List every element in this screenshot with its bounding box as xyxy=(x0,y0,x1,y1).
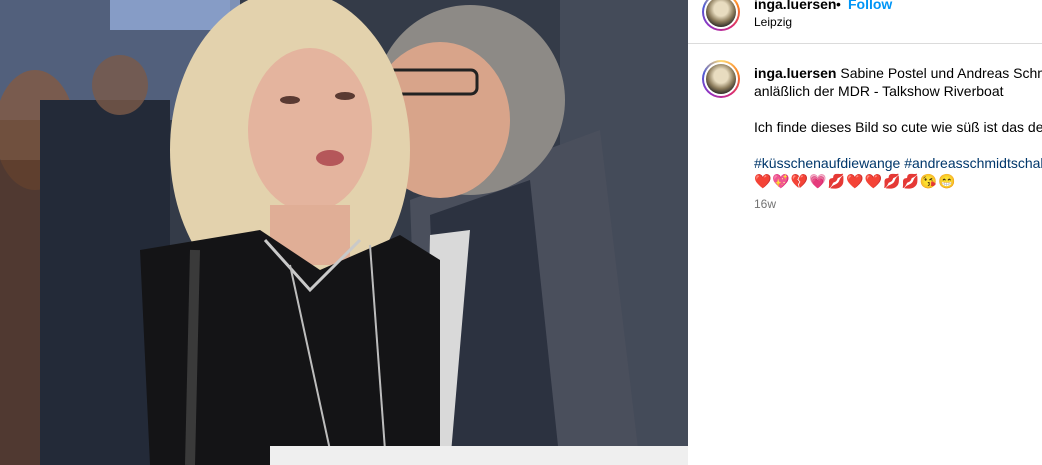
photo-caption-bar xyxy=(270,446,688,465)
profile-avatar[interactable] xyxy=(702,0,740,31)
caption-username[interactable]: inga.luersen xyxy=(754,65,836,81)
photo-illustration xyxy=(0,0,688,465)
caption-hashtags[interactable]: #küsschenaufdiewange #andreasschmidtscha… xyxy=(754,154,1042,172)
caption-line-3: Ich finde dieses Bild so cute wie süß is… xyxy=(754,119,1042,135)
post-location[interactable]: Leipzig xyxy=(754,15,792,29)
post-side-panel: inga.luersen • Follow Leipzig inga.luers… xyxy=(688,0,1042,465)
separator-dot: • xyxy=(836,0,841,12)
caption-line-2: anläßlich der MDR - Talkshow Riverboat xyxy=(754,83,1004,99)
caption-avatar[interactable] xyxy=(702,60,740,98)
caption-line-1: Sabine Postel und Andreas Schmi xyxy=(840,65,1042,81)
post-caption: inga.luersen Sabine Postel und Andreas S… xyxy=(754,64,1042,190)
follow-button[interactable]: Follow xyxy=(848,0,892,12)
post-header: inga.luersen • Follow Leipzig xyxy=(688,0,1042,44)
caption-emojis: ❤️💖💔💗💋❤️❤️💋💋😘😁 xyxy=(754,173,957,189)
post-timestamp[interactable]: 16w xyxy=(754,197,776,211)
post-username[interactable]: inga.luersen xyxy=(754,0,836,12)
post-photo[interactable] xyxy=(0,0,688,465)
